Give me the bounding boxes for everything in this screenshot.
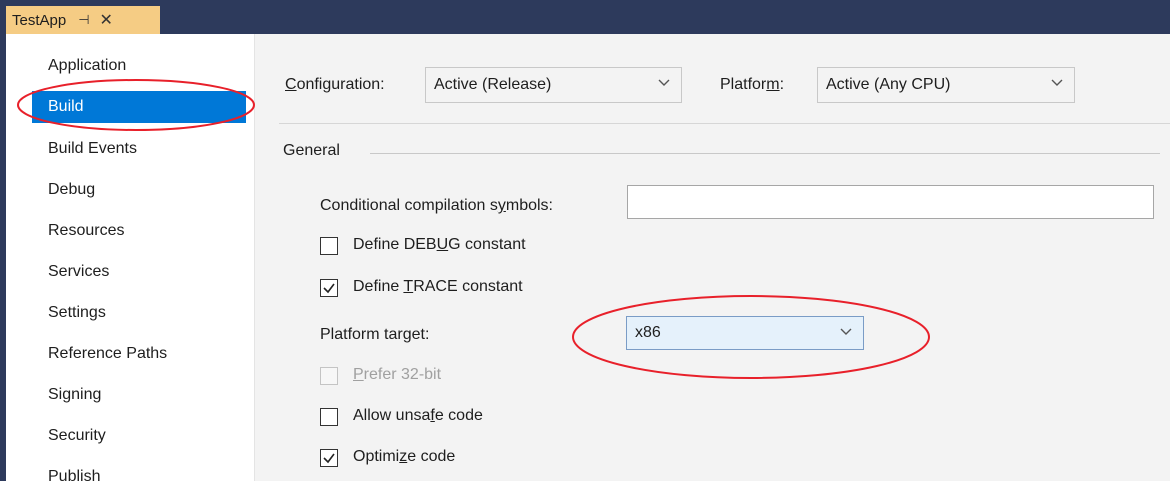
chevron-down-icon <box>658 79 670 86</box>
sidebar-item-application[interactable]: Application <box>32 50 246 82</box>
label-part: Optimi <box>353 448 400 465</box>
access-key: T <box>403 278 414 295</box>
prefer-32bit-label: Prefer 32-bit <box>353 366 441 384</box>
symbols-input[interactable] <box>627 185 1154 219</box>
label-part: G constant <box>448 236 526 253</box>
label-part: et: <box>411 326 430 343</box>
platform-target-label: Platform target: <box>320 326 429 344</box>
sidebar-item-label: Services <box>48 263 110 280</box>
access-key: U <box>436 236 449 253</box>
sidebar-item-label: Resources <box>48 222 125 239</box>
label-part: Platfor <box>720 76 767 93</box>
allow-unsafe-label: Allow unsafe code <box>353 407 483 425</box>
configuration-value: Active (Release) <box>434 76 552 93</box>
define-trace-checkbox[interactable] <box>320 279 338 297</box>
label-part: e code <box>407 448 456 465</box>
sidebar-item-label: Build Events <box>48 140 137 157</box>
optimize-code-label: Optimize code <box>353 448 455 466</box>
label-part: RACE constant <box>413 278 523 295</box>
access-key: C <box>285 76 297 93</box>
sidebar-item-publish[interactable]: Publish <box>32 461 246 493</box>
sidebar-item-build-events[interactable]: Build Events <box>32 133 246 165</box>
sidebar-item-label: Publish <box>48 468 101 485</box>
label-part: Define <box>353 278 404 295</box>
sidebar-item-security[interactable]: Security <box>32 420 246 452</box>
configuration-label: Configuration: <box>285 76 385 94</box>
sidebar-item-reference-paths[interactable]: Reference Paths <box>32 338 246 370</box>
optimize-code-checkbox[interactable] <box>320 449 338 467</box>
label-part: Define DEB <box>353 236 437 253</box>
platform-target-select[interactable]: x86 <box>626 316 864 350</box>
symbols-label: Conditional compilation symbols: <box>320 197 553 215</box>
label-part: : <box>779 76 785 93</box>
sidebar-item-label: Signing <box>48 386 102 403</box>
label-part: Conditional compilation s <box>320 197 498 214</box>
define-trace-label: Define TRACE constant <box>353 278 523 296</box>
sidebar-item-debug[interactable]: Debug <box>32 174 246 206</box>
access-key: m <box>766 76 780 93</box>
sidebar-item-resources[interactable]: Resources <box>32 215 246 247</box>
access-key: y <box>497 197 506 214</box>
platform-target-value: x86 <box>635 324 661 341</box>
sidebar-item-settings[interactable]: Settings <box>32 297 246 329</box>
chevron-down-icon <box>840 328 852 335</box>
document-tab-testapp[interactable]: TestApp ⊣ ✕ <box>6 6 160 34</box>
sidebar-item-signing[interactable]: Signing <box>32 379 246 411</box>
platform-select[interactable]: Active (Any CPU) <box>817 67 1075 103</box>
access-key: g <box>402 326 412 343</box>
sidebar-item-label: Debug <box>48 181 96 198</box>
allow-unsafe-checkbox[interactable] <box>320 408 338 426</box>
sidebar-item-label: Build <box>48 98 84 115</box>
define-debug-checkbox[interactable] <box>320 237 338 255</box>
platform-label: Platform: <box>720 76 784 94</box>
sidebar-item-label: Reference Paths <box>48 345 168 362</box>
checkmark-icon <box>323 453 335 464</box>
label-part: Platform tar <box>320 326 403 343</box>
label-part: e code <box>434 407 483 424</box>
configuration-select[interactable]: Active (Release) <box>425 67 682 103</box>
label-part: onfiguration: <box>296 76 385 93</box>
chevron-down-icon <box>1051 79 1063 86</box>
sidebar-item-label: Settings <box>48 304 106 321</box>
build-properties-panel: Configuration: Active (Release) Platform… <box>255 34 1170 481</box>
toolbar-divider <box>279 123 1170 124</box>
sidebar: Application Build Build Events Debug Res… <box>6 34 255 485</box>
sidebar-item-label: Security <box>48 427 106 444</box>
label-part: Allow unsa <box>353 407 431 424</box>
document-tab-bar <box>6 0 1170 34</box>
access-key: P <box>353 366 364 383</box>
sidebar-item-services[interactable]: Services <box>32 256 246 288</box>
label-part: mbols: <box>505 197 553 214</box>
checkmark-icon <box>323 283 335 294</box>
sidebar-item-build[interactable]: Build <box>32 91 246 123</box>
label-part: refer 32-bit <box>363 366 442 383</box>
general-group-title: General <box>283 142 350 160</box>
sidebar-item-label: Application <box>48 57 127 74</box>
group-divider <box>370 153 1160 154</box>
close-icon[interactable]: ✕ <box>100 10 113 30</box>
tab-title: TestApp <box>12 11 67 29</box>
platform-value: Active (Any CPU) <box>826 76 951 93</box>
prefer-32bit-checkbox <box>320 367 338 385</box>
pin-icon[interactable]: ⊣ <box>78 12 89 28</box>
define-debug-label: Define DEBUG constant <box>353 236 526 254</box>
